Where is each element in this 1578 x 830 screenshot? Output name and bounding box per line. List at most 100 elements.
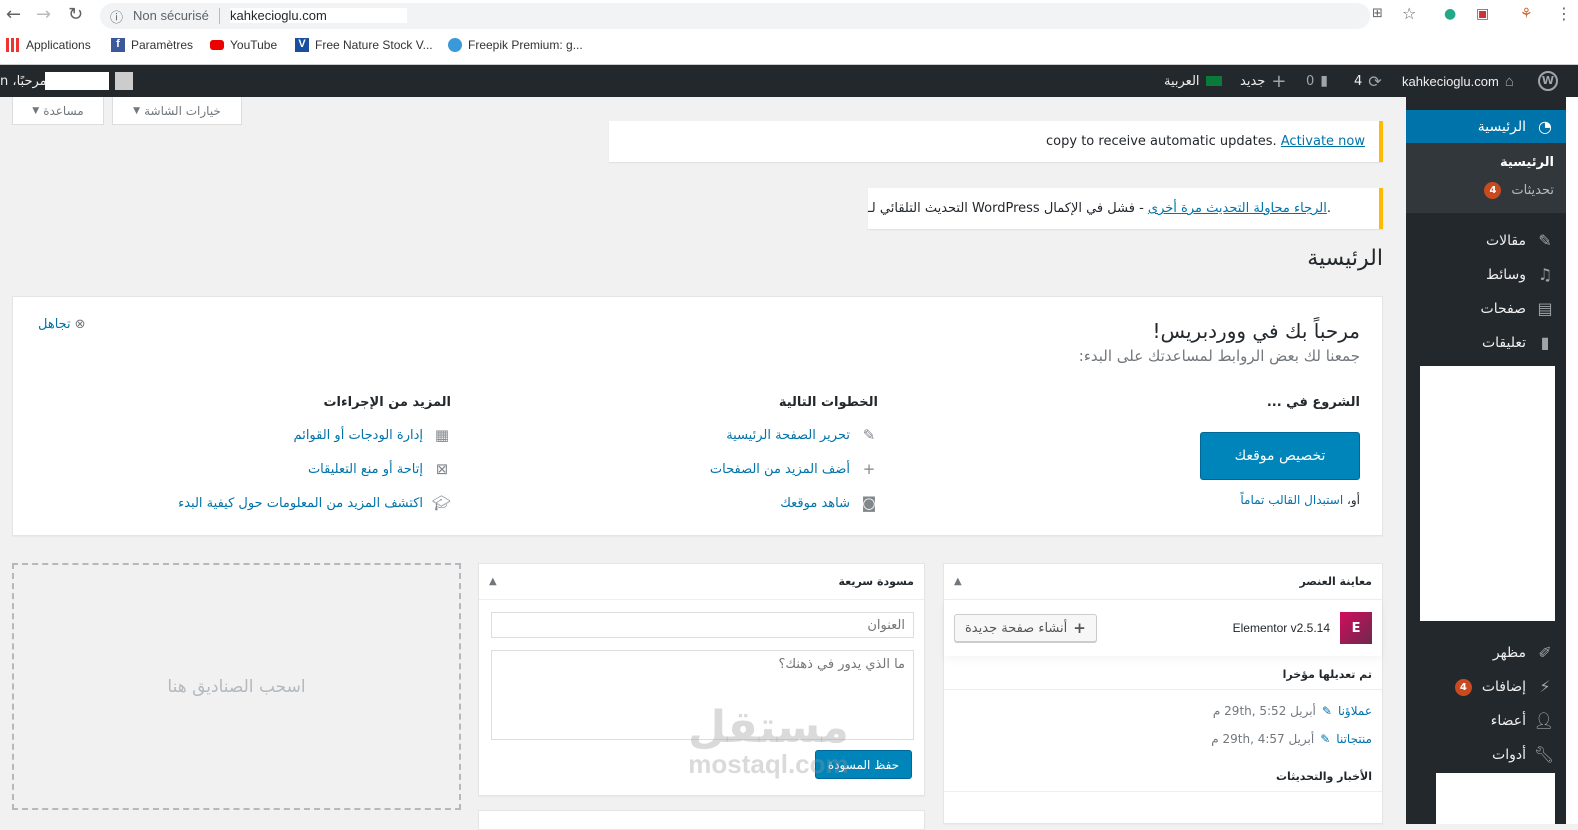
dismiss-link[interactable]: ⊗ تجاهل xyxy=(38,317,86,332)
bookmark-label: Paramètres xyxy=(131,38,194,52)
link-label: تحرير الصفحة الرئيسية xyxy=(726,427,850,443)
language-switcher[interactable]: العربية xyxy=(1164,65,1222,97)
plus-icon: + xyxy=(1271,70,1287,92)
edit-front-page-link[interactable]: ✎ تحرير الصفحة الرئيسية xyxy=(726,426,878,444)
plus-icon: + xyxy=(1073,619,1086,637)
new-label: جديد xyxy=(1240,73,1266,89)
menu-users[interactable]: 👤︎ أعضاء xyxy=(1414,704,1554,738)
menu-comments[interactable]: ▮ تعليقات xyxy=(1414,326,1554,360)
bookmark-applications[interactable]: Applications xyxy=(6,38,91,52)
my-account[interactable]: مرحبًا، n xyxy=(0,65,133,97)
link-label: أضف المزيد من الصفحات xyxy=(709,461,850,477)
more-actions-heading: المزيد من الإجراءات xyxy=(323,395,451,410)
menu-plugins[interactable]: ⚡ إضافات 4 xyxy=(1414,670,1554,704)
menu-appearance[interactable]: ✐ مظهر xyxy=(1414,636,1554,670)
wp-admin-bar: W kahkecioglu.com ⌂ 4 ⟳ 0 ▮ + جديد العربية م… xyxy=(0,65,1578,97)
reload-icon[interactable]: ↻ xyxy=(68,4,83,25)
get-started-heading: الشروع في ... xyxy=(1266,395,1360,410)
address-bar[interactable]: ⓘ Non sécurisé kahkecioglu.com ⊞ ☆ xyxy=(100,3,1416,29)
collapse-toggle-icon[interactable]: ▲ xyxy=(489,576,497,587)
empty-drop-zone[interactable]: اسحب الصناديق هنا xyxy=(12,563,461,810)
bookmark-label: YouTube xyxy=(230,38,278,52)
menu-media[interactable]: ♫ وسائط xyxy=(1414,258,1554,292)
menu-label: مقالات xyxy=(1485,233,1526,249)
view-site-link[interactable]: ◙ شاهد موقعك xyxy=(780,494,878,512)
retry-update-link[interactable]: الرجاء محاولة التحديث مرة أخرى xyxy=(1148,201,1327,216)
freepik-icon xyxy=(448,38,462,52)
url-text[interactable]: kahkecioglu.com xyxy=(230,8,407,23)
media-icon: ♫ xyxy=(1537,265,1553,284)
forward-icon[interactable]: → xyxy=(36,4,51,25)
comment-icon: ▮ xyxy=(1540,333,1550,352)
recent-item-link[interactable]: منتجاتنا xyxy=(1336,732,1372,746)
updates-link[interactable]: 4 ⟳ xyxy=(1354,65,1382,97)
menu-kebab-icon[interactable]: ⋮ xyxy=(1556,4,1572,23)
extension-pocket-icon[interactable]: ▣ xyxy=(1476,6,1489,22)
update-failed-notice: التحديث التلقائي لـ WordPress فشل في الإ… xyxy=(868,188,1383,229)
collapse-toggle-icon[interactable]: ▲ xyxy=(954,576,962,587)
screen-options-button[interactable]: خيارات الشاشة ▼ xyxy=(112,97,242,125)
link-label: اكتشف المزيد من المعلومات حول كيفية البد… xyxy=(178,495,423,511)
next-widget xyxy=(478,810,925,830)
bookmark-freepik[interactable]: Freepik Premium: g... xyxy=(448,38,583,52)
redacted-username xyxy=(44,72,109,90)
wp-logo-icon[interactable]: W xyxy=(1538,65,1558,97)
scrollbar[interactable] xyxy=(1566,97,1578,824)
language-label: العربية xyxy=(1164,73,1200,89)
translate-icon[interactable]: ⊞ xyxy=(1372,6,1383,21)
widget-title: معاينة العنصر xyxy=(1299,575,1372,588)
site-name: kahkecioglu.com xyxy=(1402,73,1499,89)
next-steps-heading: الخطوات التالية xyxy=(778,395,878,410)
welcome-subtitle: جمعنا لك بعض الروابط لمساعدتك على البدء: xyxy=(1078,347,1360,365)
recent-item-link[interactable]: عملاؤنا xyxy=(1338,704,1372,718)
menu-dashboard[interactable]: ◔ الرئيسية xyxy=(1398,110,1566,143)
divider xyxy=(219,8,220,24)
comments-off-icon: ⊠ xyxy=(435,460,449,478)
link-label: إدارة الودجات أو القوائم xyxy=(293,427,423,443)
customize-site-button[interactable]: تخصيص موقعك xyxy=(1200,432,1360,480)
bookmark-youtube[interactable]: YouTube xyxy=(210,38,277,52)
change-theme-link[interactable]: استبدال القالب تماماً xyxy=(1240,493,1343,507)
elementor-logo-icon: E xyxy=(1340,612,1372,644)
plus-icon: + xyxy=(862,460,876,478)
menu-pages[interactable]: ▤ صفحات xyxy=(1414,292,1554,326)
draft-title-input[interactable] xyxy=(491,612,914,638)
brush-icon: ✐ xyxy=(1538,643,1552,662)
notice-text: copy to receive automatic updates. xyxy=(1046,134,1277,149)
bookmark-star-icon[interactable]: ☆ xyxy=(1402,4,1416,23)
recent-item: منتجاتنا ✎ أبريل 29th, 4:57 م xyxy=(944,718,1382,746)
help-button[interactable]: مساعدة ▼ xyxy=(12,97,104,125)
dropzone-label: اسحب الصناديق هنا xyxy=(167,676,306,697)
comment-icon: ▮ xyxy=(1320,73,1328,89)
comments-toggle-link[interactable]: ⊠ إتاحة أو منع التعليقات xyxy=(308,460,451,478)
extension-icon[interactable]: ⚘ xyxy=(1520,6,1533,22)
bookmark-videvo[interactable]: V Free Nature Stock V... xyxy=(295,38,433,52)
redacted-menu-area xyxy=(1436,773,1555,824)
pencil-icon[interactable]: ✎ xyxy=(1322,704,1332,718)
add-pages-link[interactable]: + أضف المزيد من الصفحات xyxy=(710,460,878,478)
save-draft-button[interactable]: حفظ المسودة xyxy=(815,750,912,779)
menu-label: صفحات xyxy=(1480,301,1526,317)
extension-globe-icon[interactable]: ● xyxy=(1444,6,1456,22)
draft-content-textarea[interactable] xyxy=(491,650,914,740)
menu-tools[interactable]: 🔧︎ أدوات xyxy=(1414,738,1554,772)
submenu-updates[interactable]: تحديثات 4 xyxy=(1414,173,1554,207)
site-name-link[interactable]: kahkecioglu.com ⌂ xyxy=(1402,65,1514,97)
button-label: أنشاء صفحة جديدة xyxy=(965,620,1068,636)
manage-widgets-link[interactable]: ▦ إدارة الودجات أو القوائم xyxy=(294,426,451,444)
menu-posts[interactable]: ✎ مقالات xyxy=(1414,224,1554,258)
activate-now-link[interactable]: Activate now xyxy=(1281,134,1365,149)
menu-label: تحديثات xyxy=(1511,182,1554,198)
home-icon: ⌂ xyxy=(1504,72,1514,90)
bookmark-parametres[interactable]: f Paramètres xyxy=(111,38,193,52)
dashboard-icon: ◔ xyxy=(1538,116,1552,136)
create-page-button[interactable]: + أنشاء صفحة جديدة xyxy=(954,614,1097,642)
back-icon[interactable]: ← xyxy=(6,4,21,25)
new-content-link[interactable]: + جديد xyxy=(1240,65,1286,97)
menu-label: أعضاء xyxy=(1490,713,1526,729)
pencil-icon[interactable]: ✎ xyxy=(1320,732,1330,746)
learn-more-link[interactable]: 🎓︎ اكتشف المزيد من المعلومات حول كيفية ال… xyxy=(178,494,451,512)
youtube-icon xyxy=(210,40,224,50)
comments-link[interactable]: 0 ▮ xyxy=(1306,65,1328,97)
pages-icon: ▤ xyxy=(1537,299,1553,318)
